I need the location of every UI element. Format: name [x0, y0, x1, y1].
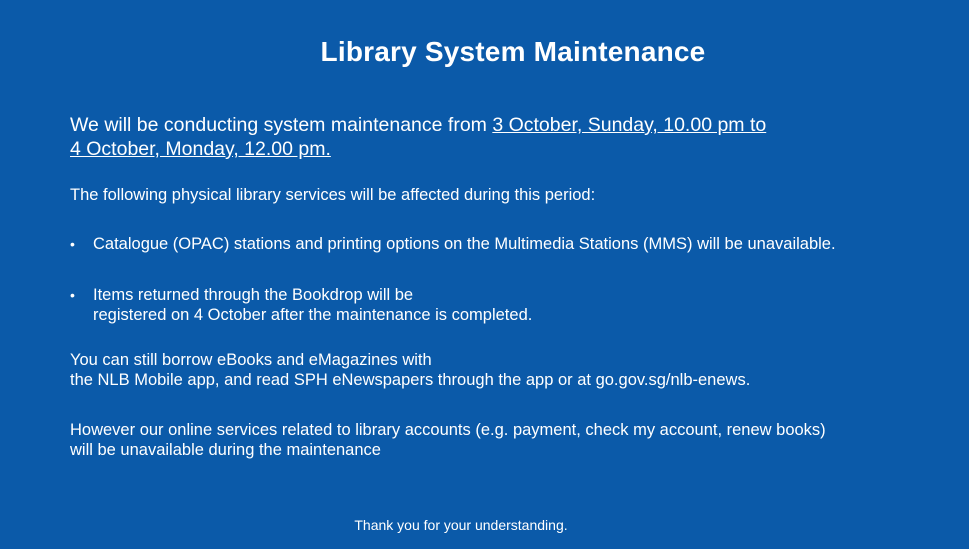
bullet-icon: •: [70, 236, 75, 252]
list-item-line-1: Items returned through the Bookdrop will…: [93, 286, 414, 304]
online-line-1: However our online services related to l…: [70, 421, 826, 439]
borrow-line-1: You can still borrow eBooks and eMagazin…: [70, 351, 432, 369]
maintenance-intro: We will be conducting system maintenance…: [70, 113, 930, 161]
maintenance-period-end: 4 October, Monday, 12.00 pm.: [70, 138, 331, 160]
list-item-line-2: registered on 4 October after the mainte…: [93, 306, 533, 324]
maintenance-period-start: 3 October, Sunday, 10.00 pm to: [492, 114, 767, 136]
list-item-text: Items returned through the Bookdrop will…: [93, 285, 532, 325]
borrow-line-2: the NLB Mobile app, and read SPH eNewspa…: [70, 371, 751, 389]
maintenance-page: Library System Maintenance We will be co…: [0, 0, 969, 549]
online-services-notice: However our online services related to l…: [70, 420, 826, 460]
page-title: Library System Maintenance: [320, 36, 706, 67]
online-line-2: will be unavailable during the maintenan…: [70, 441, 381, 459]
affected-services-heading: The following physical library services …: [70, 186, 596, 204]
bullet-icon: •: [70, 287, 75, 303]
list-item-text: Catalogue (OPAC) stations and printing o…: [93, 235, 836, 253]
intro-line-1: We will be conducting system maintenance…: [70, 113, 930, 137]
thank-you-note: Thank you for your understanding.: [354, 517, 568, 533]
borrow-info: You can still borrow eBooks and eMagazin…: [70, 350, 750, 390]
intro-prefix: We will be conducting system maintenance…: [70, 114, 493, 136]
